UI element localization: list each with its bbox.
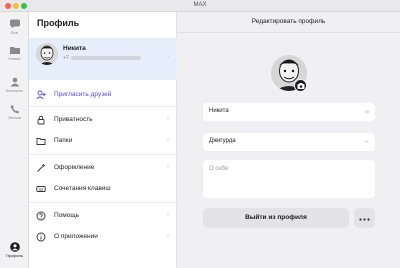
rail-item-new[interactable]: Новые [0, 45, 29, 61]
menu-item-shortcuts[interactable]: Сочетания клавиш [29, 180, 177, 198]
folder-icon [9, 47, 20, 54]
divider [29, 202, 177, 203]
menu-item-appearance[interactable]: Оформление › [29, 159, 177, 177]
keyboard-icon [36, 186, 46, 192]
folder-icon [36, 138, 46, 145]
menu-item-label: Папки [54, 137, 73, 144]
navigation-rail: Все Новые Контакты Звонки Профиль [0, 12, 29, 268]
ellipsis-icon [359, 218, 370, 221]
profile-phone: +7 [63, 55, 141, 61]
title-bar: MAX [0, 0, 400, 12]
profile-icon [9, 242, 20, 252]
rail-item-calls[interactable]: Звонки [0, 104, 29, 120]
chevron-right-icon: › [167, 164, 169, 170]
last-name-counter: 41 [364, 139, 369, 144]
profile-name: Никита [63, 45, 86, 52]
last-name-field[interactable]: Джигурда 41 [203, 133, 375, 151]
menu-item-label: Пригласить друзей [54, 91, 112, 98]
rail-item-label: Профиль [5, 253, 24, 258]
menu-item-about[interactable]: О приложении › [29, 228, 177, 246]
menu-item-label: Помощь [54, 212, 80, 219]
logout-label: Выйти из профиля [245, 214, 307, 221]
bio-field[interactable]: О себе [203, 160, 375, 198]
info-icon [36, 232, 46, 242]
phone-icon [10, 105, 19, 114]
menu-item-label: Сочетания клавиш [54, 185, 111, 192]
first-name-value: Никита [209, 108, 229, 114]
rail-item-label: Все [11, 30, 18, 35]
chevron-right-icon: › [167, 233, 169, 239]
rail-item-label: Контакты [5, 88, 24, 93]
rail-item-label: Звонки [8, 115, 21, 120]
chat-bubble-icon [9, 19, 20, 29]
menu-item-label: Приватность [54, 116, 93, 123]
lock-icon [37, 115, 45, 125]
logout-button[interactable]: Выйти из профиля [203, 208, 349, 228]
divider [29, 154, 177, 155]
profile-sidebar: Профиль Никита +7 › Пригласить друзей Пр… [29, 12, 177, 268]
avatar [36, 43, 58, 65]
profile-card[interactable]: Никита +7 › [29, 38, 177, 80]
phone-prefix: +7 [63, 55, 69, 61]
divider [29, 106, 177, 107]
user-plus-icon [36, 90, 46, 100]
chevron-right-icon: › [167, 137, 169, 143]
panel-header: Редактировать профиль [177, 12, 400, 33]
paint-icon [37, 164, 45, 172]
rail-item-profile[interactable]: Профиль [0, 242, 29, 258]
edit-profile-panel: Редактировать профиль Никита 58 Джигурда… [177, 12, 400, 268]
rail-item-label: Новые [8, 56, 21, 61]
last-name-value: Джигурда [209, 138, 236, 144]
menu-item-label: Оформление [54, 164, 95, 171]
menu-item-invite-friends[interactable]: Пригласить друзей [29, 86, 177, 104]
help-icon [36, 211, 46, 221]
chevron-right-icon: › [167, 54, 169, 60]
window-title: MAX [193, 2, 207, 8]
contacts-icon [10, 77, 19, 87]
camera-icon [297, 82, 304, 89]
menu-item-help[interactable]: Помощь › [29, 207, 177, 225]
bio-placeholder: О себе [209, 166, 229, 172]
rail-item-contacts[interactable]: Контакты [0, 77, 29, 93]
rail-item-all[interactable]: Все [0, 19, 29, 35]
chevron-right-icon: › [167, 212, 169, 218]
menu-item-folders[interactable]: Папки › [29, 132, 177, 150]
phone-number-redacted [70, 55, 141, 60]
more-options-button[interactable] [354, 208, 375, 228]
sidebar-title: Профиль [37, 18, 80, 28]
change-photo-button[interactable] [294, 79, 307, 92]
first-name-counter: 58 [364, 109, 369, 114]
first-name-field[interactable]: Никита 58 [203, 103, 375, 121]
menu-item-label: О приложении [54, 233, 98, 240]
menu-item-privacy[interactable]: Приватность › [29, 111, 177, 129]
page-title: Редактировать профиль [251, 18, 326, 25]
chevron-right-icon: › [167, 116, 169, 122]
